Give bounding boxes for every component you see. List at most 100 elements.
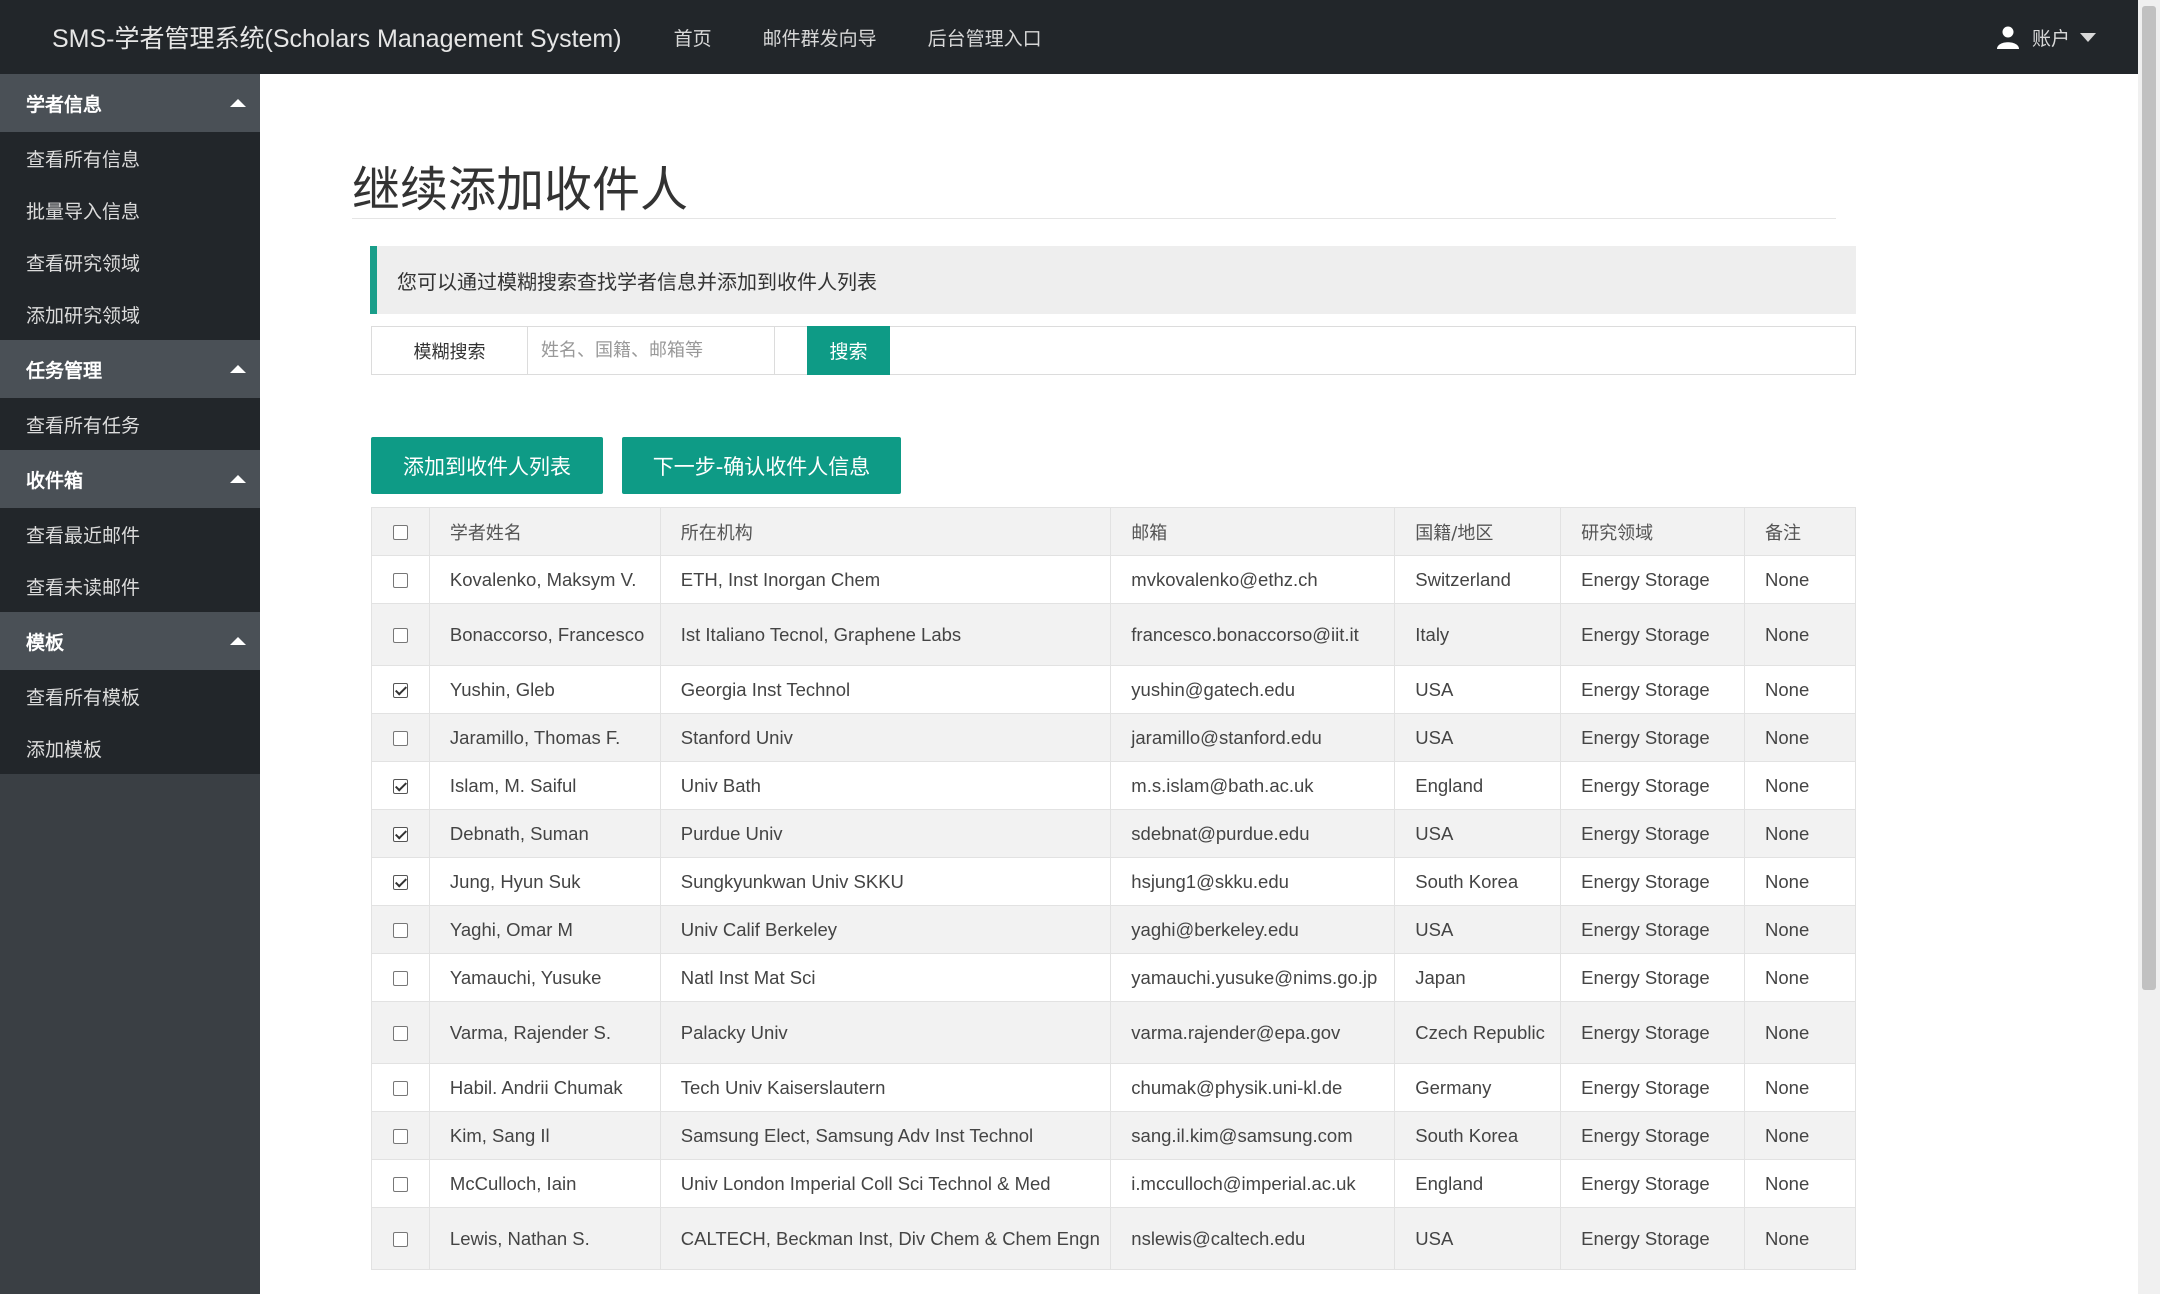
- account-menu[interactable]: 账户: [1996, 0, 2096, 74]
- row-checkbox-cell: [371, 665, 430, 714]
- table-row[interactable]: Varma, Rajender S. Palacky Univ varma.raje…: [371, 1001, 1856, 1064]
- header-country[interactable]: 国籍/地区: [1394, 507, 1562, 556]
- table-row[interactable]: Islam, M. Saiful Univ Bath m.s.islam@bath.…: [371, 761, 1856, 810]
- sidebar-group-label: 任务管理: [26, 359, 103, 382]
- cell-name: Debnath, Suman: [428, 809, 661, 858]
- table-row[interactable]: Kim, Sang Il Samsung Elect, Samsung Adv I…: [371, 1111, 1856, 1160]
- row-checkbox[interactable]: [392, 1232, 408, 1248]
- select-all-checkbox[interactable]: [392, 524, 408, 540]
- row-checkbox[interactable]: [392, 683, 408, 699]
- caret-down-icon: [2080, 32, 2096, 42]
- sidebar-group-scholar-info[interactable]: 学者信息: [0, 74, 260, 132]
- cell-country: USA: [1394, 713, 1562, 762]
- sidebar-item-add-template[interactable]: 添加模板: [0, 722, 260, 774]
- table-row[interactable]: McCulloch, Iain Univ London Imperial Coll…: [371, 1159, 1856, 1208]
- cell-email: yushin@gatech.edu: [1110, 665, 1396, 714]
- search-input[interactable]: [529, 327, 775, 374]
- page-title: 继续添加收件人: [352, 162, 689, 218]
- cell-org: Univ Calif Berkeley: [659, 905, 1112, 954]
- sidebar-item-view-fields[interactable]: 查看研究领域: [0, 236, 260, 288]
- row-checkbox[interactable]: [392, 827, 408, 843]
- header-note[interactable]: 备注: [1744, 507, 1856, 556]
- table-row[interactable]: Jung, Hyun Suk Sungkyunkwan Univ SKKU hsju…: [371, 857, 1856, 906]
- sidebar-item-recent-mail[interactable]: 查看最近邮件: [0, 508, 260, 560]
- nav-link-home[interactable]: 首页: [674, 24, 712, 51]
- sidebar-item-add-field[interactable]: 添加研究领域: [0, 288, 260, 340]
- table-row[interactable]: Yushin, Gleb Georgia Inst Technol yushin@g…: [371, 665, 1856, 714]
- cell-email: sdebnat@purdue.edu: [1110, 809, 1396, 858]
- row-checkbox-cell: [371, 905, 430, 954]
- row-checkbox[interactable]: [392, 628, 408, 644]
- cell-email: yamauchi.yusuke@nims.go.jp: [1110, 953, 1396, 1002]
- header-name[interactable]: 学者姓名: [428, 507, 661, 556]
- row-checkbox[interactable]: [392, 779, 408, 795]
- row-checkbox-cell: [371, 1111, 430, 1160]
- cell-name: Yushin, Gleb: [428, 665, 661, 714]
- table-header-row: 学者姓名 所在机构 邮箱 国籍/地区 研究领域 备注: [371, 507, 1856, 556]
- cell-country: USA: [1394, 809, 1562, 858]
- cell-field: Energy Storage: [1560, 665, 1746, 714]
- row-checkbox[interactable]: [392, 1081, 408, 1097]
- callout-text: 您可以通过模糊搜索查找学者信息并添加到收件人列表: [397, 269, 877, 294]
- sidebar-item-unread-mail[interactable]: 查看未读邮件: [0, 560, 260, 612]
- nav-link-mail-wizard[interactable]: 邮件群发向导: [763, 24, 877, 51]
- caret-up-icon: [230, 637, 246, 645]
- cell-org: Stanford Univ: [659, 713, 1112, 762]
- cell-country: Germany: [1394, 1063, 1562, 1112]
- table-row[interactable]: Habil. Andrii Chumak Tech Univ Kaiserslau…: [371, 1063, 1856, 1112]
- scrollbar-thumb[interactable]: [2142, 6, 2156, 990]
- table-row[interactable]: Kovalenko, Maksym V. ETH, Inst Inorgan Ch…: [371, 555, 1856, 604]
- info-callout: 您可以通过模糊搜索查找学者信息并添加到收件人列表: [370, 246, 1856, 314]
- cell-name: Jaramillo, Thomas F.: [428, 713, 661, 762]
- cell-email: mvkovalenko@ethz.ch: [1110, 555, 1396, 604]
- table-row[interactable]: Debnath, Suman Purdue Univ sdebnat@purdue.…: [371, 809, 1856, 858]
- cell-email: nslewis@caltech.edu: [1110, 1207, 1396, 1270]
- sidebar-group-templates[interactable]: 模板: [0, 612, 260, 670]
- brand-title[interactable]: SMS-学者管理系统(Scholars Management System): [52, 19, 622, 55]
- scholars-table: 学者姓名 所在机构 邮箱 国籍/地区 研究领域 备注 Kovalenko, Ma…: [371, 507, 1856, 1270]
- row-checkbox-cell: [371, 713, 430, 762]
- row-checkbox[interactable]: [392, 971, 408, 987]
- cell-org: Samsung Elect, Samsung Adv Inst Technol: [659, 1111, 1112, 1160]
- add-to-recipients-button[interactable]: 添加到收件人列表: [371, 437, 603, 494]
- row-checkbox[interactable]: [392, 923, 408, 939]
- cell-org: Natl Inst Mat Sci: [659, 953, 1112, 1002]
- row-checkbox[interactable]: [392, 1129, 408, 1145]
- header-field[interactable]: 研究领域: [1560, 507, 1746, 556]
- table-row[interactable]: Yamauchi, Yusuke Natl Inst Mat Sci yamauch…: [371, 953, 1856, 1002]
- table-row[interactable]: Yaghi, Omar M Univ Calif Berkeley yaghi@be…: [371, 905, 1856, 954]
- sidebar-group-label: 收件箱: [26, 469, 84, 492]
- search-button[interactable]: 搜索: [807, 326, 890, 375]
- cell-field: Energy Storage: [1560, 905, 1746, 954]
- sidebar-item-view-all-info[interactable]: 查看所有信息: [0, 132, 260, 184]
- cell-email: francesco.bonaccorso@iit.it: [1110, 603, 1396, 666]
- sidebar-item-view-templates[interactable]: 查看所有模板: [0, 670, 260, 722]
- sidebar-item-batch-import[interactable]: 批量导入信息: [0, 184, 260, 236]
- user-icon: [1996, 26, 2019, 49]
- table-row[interactable]: Lewis, Nathan S. CALTECH, Beckman Inst, D…: [371, 1207, 1856, 1270]
- row-checkbox[interactable]: [392, 731, 408, 747]
- row-checkbox[interactable]: [392, 875, 408, 891]
- cell-country: Japan: [1394, 953, 1562, 1002]
- row-checkbox[interactable]: [392, 573, 408, 589]
- row-checkbox[interactable]: [392, 1177, 408, 1193]
- sidebar-group-task-management[interactable]: 任务管理: [0, 340, 260, 398]
- cell-field: Energy Storage: [1560, 1207, 1746, 1270]
- sidebar-group-inbox[interactable]: 收件箱: [0, 450, 260, 508]
- table-row[interactable]: Bonaccorso, Francesco Ist Italiano Tecnol…: [371, 603, 1856, 666]
- cell-field: Energy Storage: [1560, 857, 1746, 906]
- cell-country: USA: [1394, 665, 1562, 714]
- header-org[interactable]: 所在机构: [659, 507, 1112, 556]
- nav-link-admin[interactable]: 后台管理入口: [928, 24, 1042, 51]
- table-row[interactable]: Jaramillo, Thomas F. Stanford Univ jaramil…: [371, 713, 1856, 762]
- top-navbar: SMS-学者管理系统(Scholars Management System) 首…: [0, 0, 2138, 74]
- account-label: 账户: [2031, 27, 2070, 50]
- cell-note: None: [1744, 953, 1856, 1002]
- sidebar-item-view-all-tasks[interactable]: 查看所有任务: [0, 398, 260, 450]
- next-step-button[interactable]: 下一步-确认收件人信息: [622, 437, 901, 494]
- caret-up-icon: [230, 365, 246, 373]
- row-checkbox[interactable]: [392, 1026, 408, 1042]
- header-email[interactable]: 邮箱: [1110, 507, 1396, 556]
- caret-up-icon: [230, 99, 246, 107]
- cell-note: None: [1744, 809, 1856, 858]
